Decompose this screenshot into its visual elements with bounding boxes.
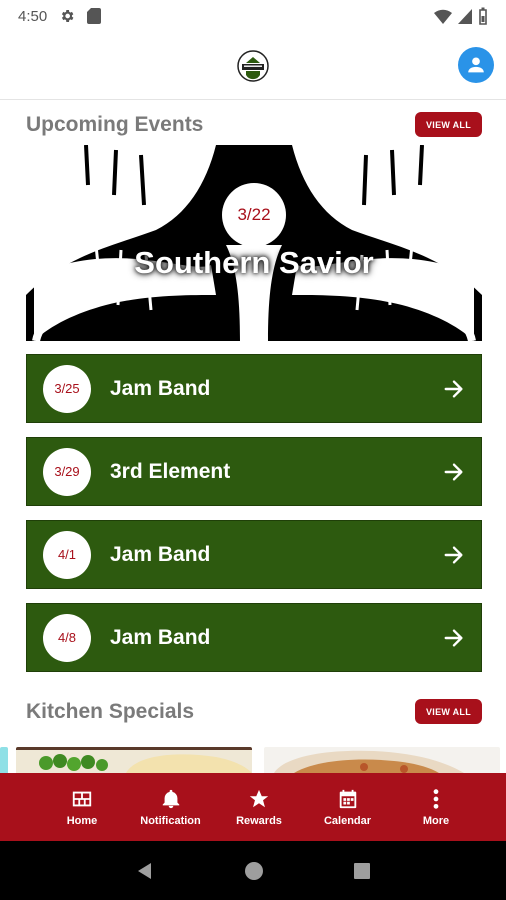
restaurant-logo[interactable] — [237, 49, 269, 82]
gear-icon — [62, 10, 74, 22]
nav-more[interactable]: More — [396, 773, 476, 841]
featured-event-card[interactable]: 3/22 Southern Savior — [26, 145, 482, 341]
account-icon — [468, 57, 484, 73]
event-date-badge: 4/1 — [43, 530, 91, 579]
special-card[interactable] — [264, 747, 500, 773]
back-icon[interactable] — [135, 861, 155, 881]
event-row[interactable]: 4/8 Jam Band — [26, 603, 482, 672]
signal-icon — [458, 9, 472, 24]
arrow-right-icon — [444, 379, 463, 398]
calendar-icon — [339, 789, 356, 808]
arrow-right-icon — [444, 545, 463, 564]
recents-icon[interactable] — [353, 862, 371, 880]
bell-icon — [162, 789, 179, 808]
nav-home[interactable]: Home — [42, 773, 122, 841]
sd-card-icon — [87, 8, 102, 24]
arrow-right-icon — [444, 462, 463, 481]
kitchen-specials-carousel — [0, 747, 506, 773]
nav-notification[interactable]: Notification — [131, 773, 211, 841]
event-date-badge: 3/25 — [43, 364, 91, 413]
battery-icon — [479, 7, 487, 25]
nav-label: Notification — [140, 814, 201, 827]
nav-label: More — [422, 814, 450, 827]
upcoming-events-title: Upcoming Events — [26, 112, 204, 136]
event-name: Jam Band — [110, 542, 211, 566]
kitchen-specials-title: Kitchen Specials — [26, 699, 195, 723]
special-card-partial[interactable] — [0, 747, 8, 773]
events-view-all-button[interactable]: VIEW ALL — [415, 112, 482, 137]
event-name: 3rd Element — [110, 459, 231, 483]
wifi-icon — [434, 9, 452, 24]
nav-label: Rewards — [236, 814, 282, 827]
nav-calendar[interactable]: Calendar — [308, 773, 388, 841]
status-time: 4:50 — [18, 7, 48, 25]
featured-event-name: Southern Savior — [134, 245, 374, 280]
home-grid-icon — [72, 791, 92, 806]
featured-event-date: 3/22 — [222, 183, 286, 247]
nav-label: Home — [66, 814, 98, 827]
arrow-right-icon — [444, 628, 463, 647]
event-row[interactable]: 3/25 Jam Band — [26, 354, 482, 423]
specials-view-all-button[interactable]: VIEW ALL — [415, 699, 482, 724]
special-food-image — [16, 747, 252, 773]
event-name: Jam Band — [110, 376, 211, 400]
bottom-navigation: Home Notification Rewards Calendar More — [0, 773, 506, 841]
kitchen-specials-header: Kitchen Specials VIEW ALL — [26, 699, 482, 724]
upcoming-events-header: Upcoming Events VIEW ALL — [26, 112, 482, 137]
event-date-badge: 3/29 — [43, 447, 91, 496]
status-bar: 4:50 — [0, 0, 506, 32]
special-card[interactable] — [16, 747, 252, 773]
app-screen: 4:50 Upcoming Events VIEW ALL 3/22 South… — [0, 0, 506, 900]
nav-label: Calendar — [323, 814, 372, 827]
more-vertical-icon — [433, 788, 439, 809]
event-row[interactable]: 4/1 Jam Band — [26, 520, 482, 589]
event-date-badge: 4/8 — [43, 613, 91, 662]
home-circle-icon[interactable] — [244, 861, 264, 881]
special-food-image — [264, 747, 500, 773]
system-navigation-bar — [0, 841, 506, 900]
event-name: Jam Band — [110, 625, 211, 649]
nav-rewards[interactable]: Rewards — [219, 773, 299, 841]
profile-button[interactable] — [458, 47, 494, 83]
app-header — [0, 32, 506, 100]
event-row[interactable]: 3/29 3rd Element — [26, 437, 482, 506]
star-icon — [249, 789, 269, 807]
